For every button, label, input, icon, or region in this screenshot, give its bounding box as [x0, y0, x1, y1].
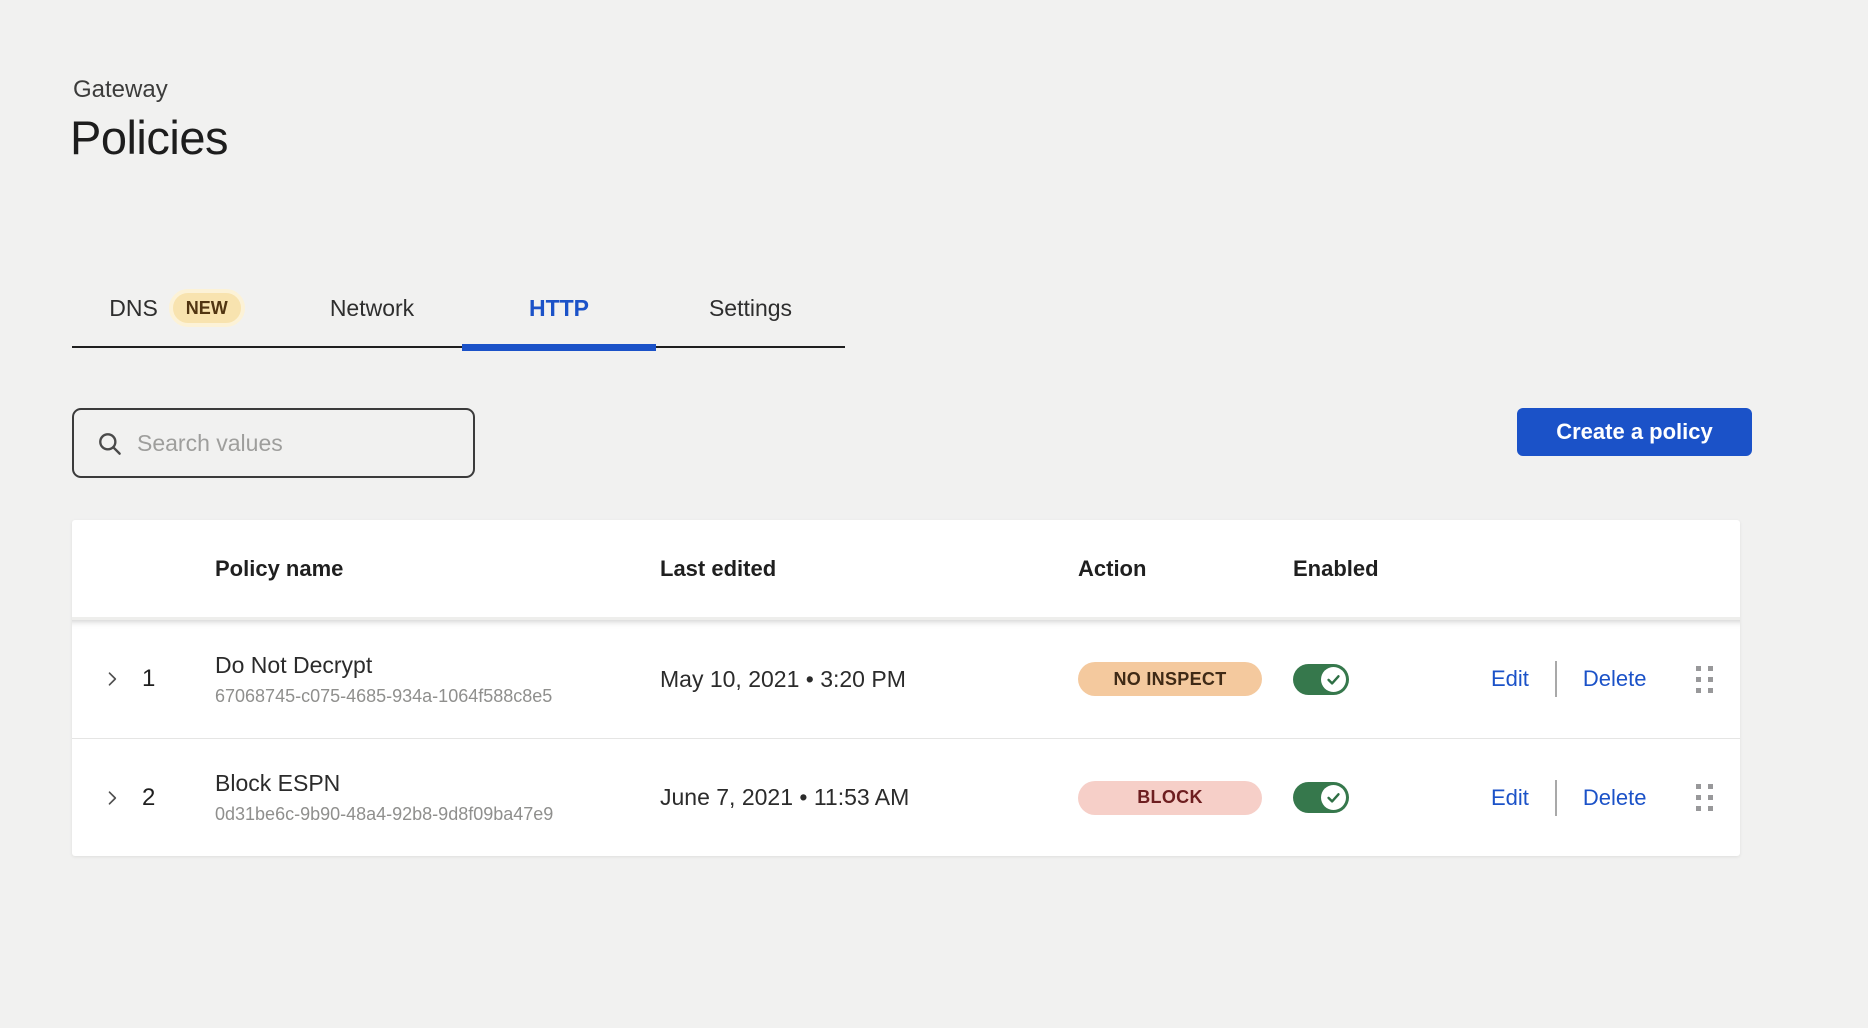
table-row: 2 Block ESPN 0d31be6c-9b90-48a4-92b8-9d8…: [72, 738, 1740, 856]
tab-dns[interactable]: DNS NEW: [72, 270, 282, 346]
tab-dns-label: DNS: [109, 295, 158, 322]
chevron-right-icon: [102, 788, 122, 808]
policy-uuid: 0d31be6c-9b90-48a4-92b8-9d8f09ba47e9: [215, 804, 660, 825]
delete-link[interactable]: Delete: [1583, 785, 1647, 811]
policy-tabs: DNS NEW Network HTTP Settings: [72, 270, 845, 348]
policy-name: Do Not Decrypt: [215, 652, 660, 679]
table-header-row: Policy name Last edited Action Enabled: [72, 520, 1740, 620]
edit-link[interactable]: Edit: [1491, 666, 1529, 692]
toolbar: Create a policy: [72, 408, 1752, 478]
last-edited-value: June 7, 2021 • 11:53 AM: [660, 784, 1078, 811]
create-policy-button[interactable]: Create a policy: [1517, 408, 1752, 456]
enabled-toggle[interactable]: [1293, 664, 1349, 695]
breadcrumb-gateway: Gateway: [73, 76, 168, 104]
action-divider: [1555, 661, 1557, 697]
action-divider: [1555, 780, 1557, 816]
column-header-enabled: Enabled: [1293, 556, 1453, 582]
delete-link[interactable]: Delete: [1583, 666, 1647, 692]
new-badge: NEW: [169, 289, 245, 327]
tab-http-label: HTTP: [529, 295, 589, 322]
last-edited-value: May 10, 2021 • 3:20 PM: [660, 666, 1078, 693]
toggle-knob: [1321, 667, 1346, 692]
row-index: 1: [142, 665, 215, 693]
table-row: 1 Do Not Decrypt 67068745-c075-4685-934a…: [72, 620, 1740, 738]
drag-handle-icon[interactable]: [1692, 780, 1717, 815]
toggle-knob: [1321, 785, 1346, 810]
tab-http[interactable]: HTTP: [462, 270, 656, 346]
policy-name: Block ESPN: [215, 770, 660, 797]
search-input[interactable]: [137, 430, 455, 457]
policy-uuid: 67068745-c075-4685-934a-1064f588c8e5: [215, 686, 660, 707]
action-badge: BLOCK: [1078, 781, 1262, 815]
expand-row-button[interactable]: [98, 665, 126, 693]
enabled-toggle[interactable]: [1293, 782, 1349, 813]
column-header-policy-name: Policy name: [215, 556, 660, 582]
edit-link[interactable]: Edit: [1491, 785, 1529, 811]
column-header-action: Action: [1078, 556, 1293, 582]
gateway-policies-page: Gateway Policies DNS NEW Network HTTP Se…: [0, 0, 1868, 1028]
tab-network[interactable]: Network: [282, 270, 462, 346]
tab-settings-label: Settings: [709, 295, 792, 322]
drag-handle-icon[interactable]: [1692, 662, 1717, 697]
chevron-right-icon: [102, 669, 122, 689]
expand-row-button[interactable]: [98, 784, 126, 812]
page-title: Policies: [70, 110, 228, 165]
check-icon: [1325, 671, 1342, 688]
action-badge: NO INSPECT: [1078, 662, 1262, 696]
policies-table: Policy name Last edited Action Enabled 1…: [72, 520, 1740, 856]
check-icon: [1325, 789, 1342, 806]
tab-network-label: Network: [330, 295, 414, 322]
search-box[interactable]: [72, 408, 475, 478]
row-index: 2: [142, 784, 215, 812]
search-icon: [96, 430, 123, 457]
tab-settings[interactable]: Settings: [656, 270, 845, 346]
column-header-last-edited: Last edited: [660, 556, 1078, 582]
